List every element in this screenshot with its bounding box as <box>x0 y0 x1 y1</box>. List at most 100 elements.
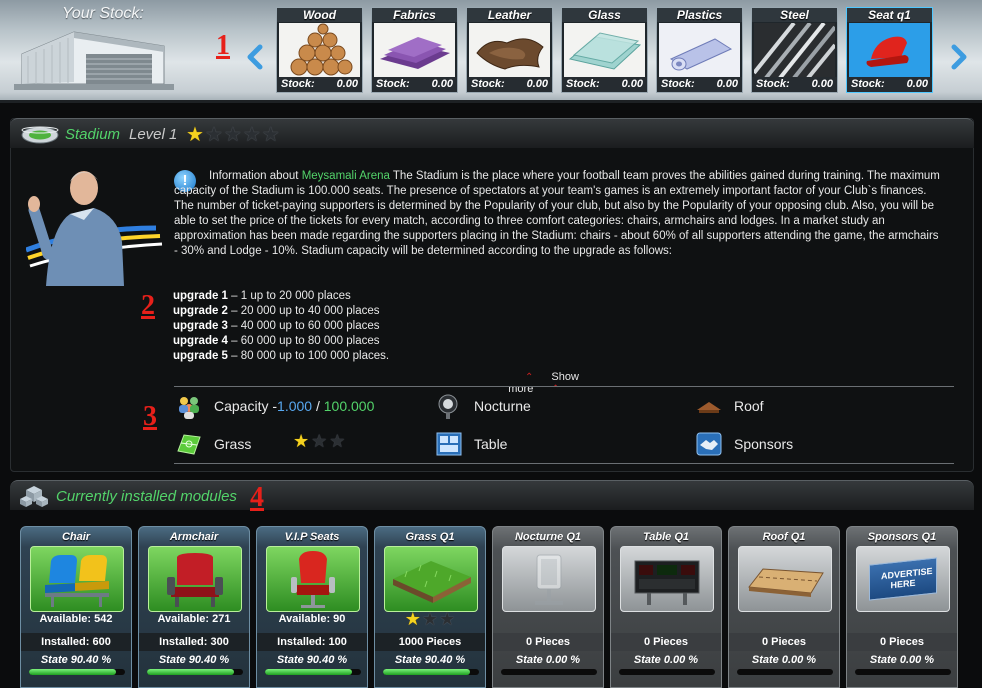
next-arrow-button[interactable] <box>948 44 970 70</box>
module-name: Chair <box>61 531 91 543</box>
upgrade-text: – 60 000 up to 80 000 places <box>227 335 380 347</box>
stock-value: 0.00 <box>906 78 928 90</box>
star-filled-icon: ★ <box>293 431 310 451</box>
module-name: Armchair <box>169 531 219 543</box>
stock-label: Stock: <box>661 78 695 90</box>
module-image <box>148 546 242 612</box>
resource-card-fabrics[interactable]: Fabrics Stock: 0.00 <box>371 7 458 93</box>
module-card-grass-q1[interactable]: Grass Q1 ★ ★ ★ 1000 Pieces State 90.40 % <box>374 526 486 688</box>
seat-icon <box>849 23 930 78</box>
roof-label: Roof <box>734 398 764 414</box>
warehouse-icon <box>14 31 174 90</box>
resource-name: Wood <box>277 8 362 22</box>
module-image: ADVERTISE HERE <box>856 546 950 612</box>
prev-arrow-button[interactable] <box>244 44 266 70</box>
facility-grass[interactable]: Grass <box>176 431 251 457</box>
scoreboard-icon <box>634 560 700 605</box>
resource-stock: Stock: 0.00 <box>752 77 837 92</box>
module-state: State 90.40 % <box>276 654 348 666</box>
stock-value: 0.00 <box>336 78 358 90</box>
star-filled-icon: ★ <box>186 124 204 146</box>
upgrade-label: upgrade 5 <box>173 350 228 362</box>
module-card-chair[interactable]: Chair Available: 542 Installed: 600 Stat… <box>20 526 132 688</box>
resource-card-glass[interactable]: Glass Stock: 0.00 <box>561 7 648 93</box>
upgrade-item: upgrade 5 – 80 000 up to 100 000 places. <box>173 349 389 364</box>
module-state-fill <box>265 669 352 675</box>
annotation-marker-3: 3 <box>143 401 157 432</box>
star-filled-icon: ★ <box>404 609 421 629</box>
armchair-icon <box>167 553 223 607</box>
resource-card-seat-q1[interactable]: Seat q1 Stock: 0.00 <box>846 7 933 93</box>
stadium-description: Information about Meysamali Arena The St… <box>174 169 940 259</box>
leather-icon <box>469 23 550 78</box>
star-empty-icon: ★ <box>261 124 280 146</box>
facility-table[interactable]: Table <box>436 431 507 457</box>
divider <box>174 386 954 387</box>
plastic-roll-icon <box>659 23 740 78</box>
scoreboard-icon <box>436 432 462 456</box>
resource-card-leather[interactable]: Leather Stock: 0.00 <box>466 7 553 93</box>
facility-sponsors[interactable]: Sponsors <box>696 431 793 457</box>
module-card-vip-seats[interactable]: V.I.P Seats Available: 90 Installed: 100… <box>256 526 368 688</box>
star-empty-icon: ★ <box>242 124 261 146</box>
upgrade-item: upgrade 1 – 1 up to 20 000 places <box>173 289 389 304</box>
facility-capacity[interactable]: Capacity - 1.000 / 100.000 <box>176 393 374 419</box>
module-card-roof-q1[interactable]: Roof Q1 0 Pieces State 0.00 % <box>728 526 840 688</box>
cubes-icon <box>20 486 48 507</box>
capacity-separator: / <box>312 398 324 414</box>
upgrade-text: – 1 up to 20 000 places <box>227 290 351 302</box>
resource-name: Steel <box>752 8 837 22</box>
module-installed: 0 Pieces <box>729 633 839 651</box>
star-empty-icon: ★ <box>204 124 223 146</box>
arena-name-link[interactable]: Meysamali Arena <box>302 170 390 182</box>
module-card-armchair[interactable]: Armchair Available: 271 Installed: 300 S… <box>138 526 250 688</box>
stock-value: 0.00 <box>431 78 453 90</box>
module-card-sponsors-q1[interactable]: Sponsors Q1 ADVERTISE HERE 0 Pieces Stat… <box>846 526 958 688</box>
module-state: State 90.40 % <box>158 654 230 666</box>
stock-value: 0.00 <box>716 78 738 90</box>
module-state: State 0.00 % <box>751 654 817 666</box>
module-state-bar <box>29 669 125 675</box>
show-more-label: Show more <box>508 371 579 395</box>
module-state: State 90.40 % <box>394 654 466 666</box>
chevron-up-icon: ⌃ <box>525 372 534 383</box>
stock-label: Stock: <box>281 78 315 90</box>
stock-title: Your Stock: <box>62 5 144 22</box>
stock-value: 0.00 <box>621 78 643 90</box>
resource-card-plastics[interactable]: Plastics Stock: 0.00 <box>656 7 743 93</box>
capacity-label: Capacity - <box>214 398 278 414</box>
upgrade-label: upgrade 4 <box>173 335 228 347</box>
module-installed: Installed: 100 <box>257 633 367 651</box>
module-installed: 0 Pieces <box>847 633 957 651</box>
module-name: Grass Q1 <box>405 531 455 543</box>
resource-card-steel[interactable]: Steel Stock: 0.00 <box>751 7 838 93</box>
upgrade-item: upgrade 3 – 40 000 up to 60 000 places <box>173 319 389 334</box>
resource-name: Leather <box>467 8 552 22</box>
module-name: Table Q1 <box>642 531 690 543</box>
star-empty-icon: ★ <box>311 431 328 451</box>
grass-module-stars: ★ ★ ★ <box>375 609 485 630</box>
module-state: State 90.40 % <box>40 654 112 666</box>
resource-card-wood[interactable]: Wood Stock: 0.00 <box>276 7 363 93</box>
stock-value: 0.00 <box>526 78 548 90</box>
module-state-bar <box>855 669 951 675</box>
module-state: State 0.00 % <box>869 654 935 666</box>
glass-icon <box>564 23 645 78</box>
module-state-bar <box>501 669 597 675</box>
module-name: Sponsors Q1 <box>867 531 937 543</box>
facility-nocturne[interactable]: Nocturne <box>436 393 531 419</box>
module-available: Available: 90 <box>278 613 346 625</box>
info-prefix: Information about <box>209 170 302 182</box>
module-card-nocturne-q1[interactable]: Nocturne Q1 0 Pieces State 0.00 % <box>492 526 604 688</box>
grass-quality-stars: ★ ★ ★ <box>293 431 345 452</box>
annotation-marker-4: 4 <box>250 482 264 513</box>
module-card-table-q1[interactable]: Table Q1 0 Pieces State 0.00 % <box>610 526 722 688</box>
module-name: Nocturne Q1 <box>514 531 581 543</box>
show-more-button[interactable]: ⌃ Show more ⌃ <box>478 371 608 395</box>
stadium-icon <box>21 126 59 144</box>
floodlight-icon <box>438 394 458 419</box>
resource-stock: Stock: 0.00 <box>467 77 552 92</box>
stock-label: Stock: <box>471 78 505 90</box>
vip-seat-icon <box>291 551 335 608</box>
facility-roof[interactable]: Roof <box>696 393 764 419</box>
